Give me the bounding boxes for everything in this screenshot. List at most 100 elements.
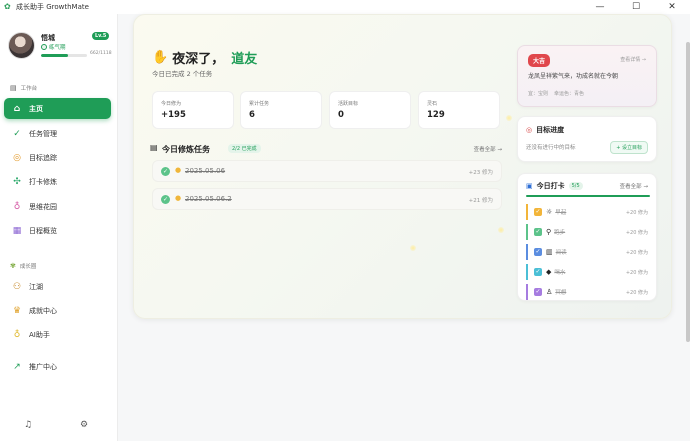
- realm-label: 练气期: [41, 43, 66, 51]
- stat-label: 今日修为: [161, 101, 182, 107]
- checkin-count-badge: 5/5: [568, 182, 583, 190]
- sidebar-item-schedule[interactable]: ▦ 日程概览: [4, 220, 111, 241]
- fortune-card[interactable]: 大吉 查看详情 → 龙凤呈祥紫气来，功成名就在今朝 宜：宝则 幸运色：青色: [517, 45, 657, 107]
- sparkle-icon: ✣: [13, 176, 21, 187]
- sidebar-item-label: 成就中心: [29, 306, 57, 315]
- calendar-icon: ▣: [526, 182, 533, 190]
- checkin-card: ▣ 今日打卡 5/5 查看全部 → ✓ ☼ 早起 +20 修为 ✓ ⚲ 跑步 +…: [517, 173, 657, 301]
- stat-value: 0: [338, 110, 344, 120]
- user-profile[interactable]: 悟城 Lv.5 练气期 662/1118: [8, 32, 112, 74]
- goals-card: ◎ 目标进度 还没有进行中的目标 + 设立目标: [517, 116, 657, 162]
- meditation-icon: ♙: [546, 288, 553, 296]
- fortune-meta-color: 幸运色：青色: [554, 91, 585, 97]
- checkin-label: 喝水: [554, 270, 566, 276]
- checkin-points: +20 修为: [625, 209, 648, 216]
- sparkle-decoration: [506, 115, 512, 121]
- window-titlebar: ✿ 成长助手 GrowthMate — ☐ ✕: [0, 0, 690, 14]
- task-row[interactable]: ✓ ● 2025.05.06.2 +21 修为: [152, 188, 502, 210]
- sidebar-item-label: 江湖: [29, 282, 43, 291]
- checkbox-icon[interactable]: ✓: [534, 208, 542, 216]
- checkin-item[interactable]: ✓ ⚲ 跑步 +20 修为: [526, 224, 650, 240]
- sidebar-item-achievements[interactable]: ♛ 成就中心: [4, 300, 111, 321]
- user-name: 悟城: [41, 34, 55, 42]
- sidebar-footer: ♫ ⚙: [0, 420, 118, 436]
- exp-progress-fill: [41, 54, 69, 57]
- sidebar-item-home[interactable]: ⌂ 主页: [4, 98, 111, 119]
- task-text: 2025.05.06.2: [185, 195, 232, 203]
- checkbox-icon[interactable]: ✓: [534, 248, 542, 256]
- calendar-icon: ▦: [12, 225, 22, 236]
- target-icon: ◎: [13, 152, 21, 163]
- sidebar-item-jianghu[interactable]: ⚇ 江湖: [4, 276, 111, 297]
- people-icon: ⚇: [12, 281, 22, 292]
- checkin-item[interactable]: ✓ ♙ 冥想 +20 修为: [526, 284, 650, 300]
- star-icon: ●: [175, 166, 182, 174]
- add-goal-button[interactable]: + 设立目标: [610, 141, 648, 154]
- view-all-checkins-link[interactable]: 查看全部 →: [620, 182, 648, 190]
- sidebar-item-promo[interactable]: ↗ 推广中心: [4, 356, 111, 377]
- fortune-text: 龙凤呈祥紫气来，功成名就在今朝: [528, 73, 619, 80]
- sidebar-item-label: 日程概览: [29, 226, 57, 235]
- greeting-name: 道友: [231, 52, 258, 67]
- window-title: 成长助手 GrowthMate: [16, 3, 89, 11]
- sidebar-item-label: 任务管理: [29, 129, 57, 138]
- greeting-text: 夜深了，: [172, 52, 225, 67]
- exp-progress-bar: [41, 54, 87, 57]
- main-scrollbar[interactable]: [686, 42, 690, 342]
- bell-icon[interactable]: ♫: [24, 420, 32, 430]
- sunrise-icon: ☼: [546, 208, 553, 216]
- view-all-tasks-link[interactable]: 查看全部 →: [474, 145, 502, 153]
- gear-icon[interactable]: ⚙: [80, 420, 88, 430]
- check-icon[interactable]: ✓: [161, 195, 170, 204]
- trophy-icon: ♛: [12, 305, 22, 316]
- star-icon: ●: [175, 194, 182, 202]
- checkin-label: 阅读: [555, 250, 567, 256]
- sidebar-item-label: 主页: [29, 104, 43, 113]
- level-badge: Lv.5: [92, 32, 110, 40]
- checkin-item[interactable]: ✓ ▥ 阅读 +20 修为: [526, 244, 650, 260]
- bulb-icon: ♁: [13, 201, 21, 212]
- checkin-points: +20 修为: [625, 289, 648, 296]
- running-icon: ⚲: [546, 228, 552, 236]
- stat-label: 活跃目标: [338, 101, 359, 107]
- stat-label: 灵石: [427, 101, 438, 107]
- window-controls: — ☐ ✕: [582, 0, 690, 14]
- checkin-progress-bar: [526, 195, 650, 197]
- dashboard-panel: ✋ 夜深了， 道友 今日已完成 2 个任务 今日修为 +195 累计任务 6 活…: [133, 14, 672, 319]
- sprout-icon: ✾: [10, 262, 16, 270]
- sidebar: 悟城 Lv.5 练气期 662/1118 ▤ 工作台 ⌂ 主页 ✓ 任务管理 ◎…: [0, 14, 118, 441]
- stat-card-total-tasks: 累计任务 6: [240, 91, 322, 129]
- greeting-subtitle: 今日已完成 2 个任务: [152, 70, 213, 78]
- avatar[interactable]: [8, 32, 35, 59]
- checkin-label: 跑步: [554, 230, 566, 236]
- sidebar-item-checkin[interactable]: ✣ 打卡修炼: [4, 171, 111, 192]
- task-row[interactable]: ✓ ● 2025.05.06 +23 修为: [152, 160, 502, 182]
- task-text: 2025.05.06: [185, 167, 226, 175]
- bulb-icon: ♁: [13, 329, 21, 340]
- clipboard-icon: ▤: [10, 84, 17, 92]
- sidebar-item-mind-garden[interactable]: ♁ 思维花园: [4, 196, 111, 217]
- close-icon[interactable]: ✕: [654, 0, 690, 14]
- maximize-icon[interactable]: ☐: [618, 0, 654, 14]
- check-icon[interactable]: ✓: [161, 167, 170, 176]
- fortune-details-link[interactable]: 查看详情 →: [620, 56, 646, 63]
- tasks-status-badge: 2/2 已完成: [228, 144, 261, 153]
- stat-card-active-goals: 活跃目标 0: [329, 91, 411, 129]
- minimize-icon[interactable]: —: [582, 0, 618, 14]
- checkbox-icon[interactable]: ✓: [534, 228, 542, 236]
- sidebar-item-goals[interactable]: ◎ 目标追踪: [4, 147, 111, 168]
- checkin-progress-fill: [526, 195, 650, 197]
- main-content: ✋ 夜深了， 道友 今日已完成 2 个任务 今日修为 +195 累计任务 6 活…: [118, 14, 690, 441]
- stat-card-today-cultivation: 今日修为 +195: [152, 91, 234, 129]
- checkin-item[interactable]: ✓ ◆ 喝水 +20 修为: [526, 264, 650, 280]
- home-icon: ⌂: [13, 103, 21, 114]
- goals-title: ◎ 目标进度: [526, 125, 564, 135]
- sidebar-item-label: AI助手: [29, 330, 50, 339]
- checkbox-icon[interactable]: ✓: [534, 288, 542, 296]
- checkin-item[interactable]: ✓ ☼ 早起 +20 修为: [526, 204, 650, 220]
- stat-value: 129: [427, 110, 445, 120]
- sidebar-item-ai-assistant[interactable]: ♁ AI助手: [4, 324, 111, 345]
- sidebar-item-tasks[interactable]: ✓ 任务管理: [4, 123, 111, 144]
- checkbox-icon[interactable]: ✓: [534, 268, 542, 276]
- goals-empty-text: 还没有进行中的目标: [526, 145, 576, 151]
